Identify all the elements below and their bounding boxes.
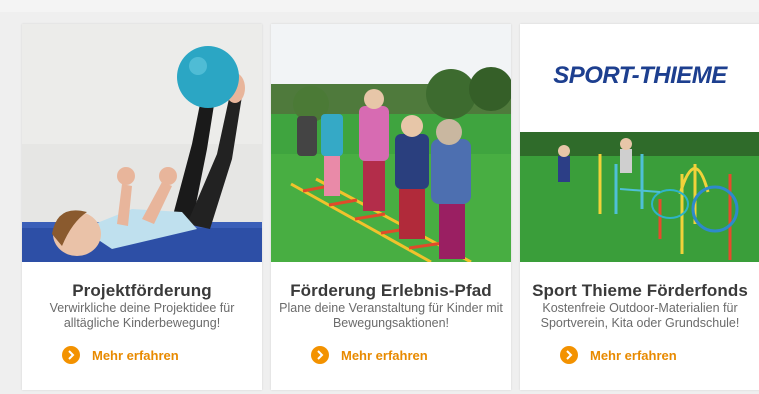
link-label: Mehr erfahren [341,347,428,363]
mehr-erfahren-link[interactable]: Mehr erfahren [62,344,179,366]
card-description: Plane deine Veranstaltung für Kinder mit… [279,301,503,330]
top-strip [0,0,759,12]
card-image-sports-field[interactable]: SPORT-THIEME [520,24,759,262]
card-projektfoerderung: Projektförderung Verwirkliche deine Proj… [22,24,262,390]
chevron-right-circle-icon [311,346,329,364]
card-description: Verwirkliche deine Projektidee für alltä… [49,301,235,330]
link-label: Mehr erfahren [590,347,677,363]
card-erlebnis-pfad: Förderung Erlebnis-Pfad Plane deine Vera… [271,24,511,390]
card-title: Projektförderung [72,281,212,300]
card-description: Kostenfreie Outdoor-Materialien für Spor… [540,301,740,330]
link-label: Mehr erfahren [92,347,179,363]
mehr-erfahren-link[interactable]: Mehr erfahren [311,344,428,366]
logo-text: SPORT-THIEME [553,62,727,89]
sport-thieme-logo: SPORT-THIEME [520,24,759,132]
mehr-erfahren-link[interactable]: Mehr erfahren [560,344,677,366]
card-foerderfonds: SPORT-THIEME Sport Thieme Förderfonds Ko… [520,24,759,390]
card-grid: Projektförderung Verwirkliche deine Proj… [22,24,759,394]
card-image-agility-ladder[interactable] [271,24,511,262]
card-title: Sport Thieme Förderfonds [532,281,748,300]
chevron-right-circle-icon [560,346,578,364]
card-image-child-exercise[interactable] [22,24,262,262]
card-title: Förderung Erlebnis-Pfad [290,281,492,300]
chevron-right-circle-icon [62,346,80,364]
